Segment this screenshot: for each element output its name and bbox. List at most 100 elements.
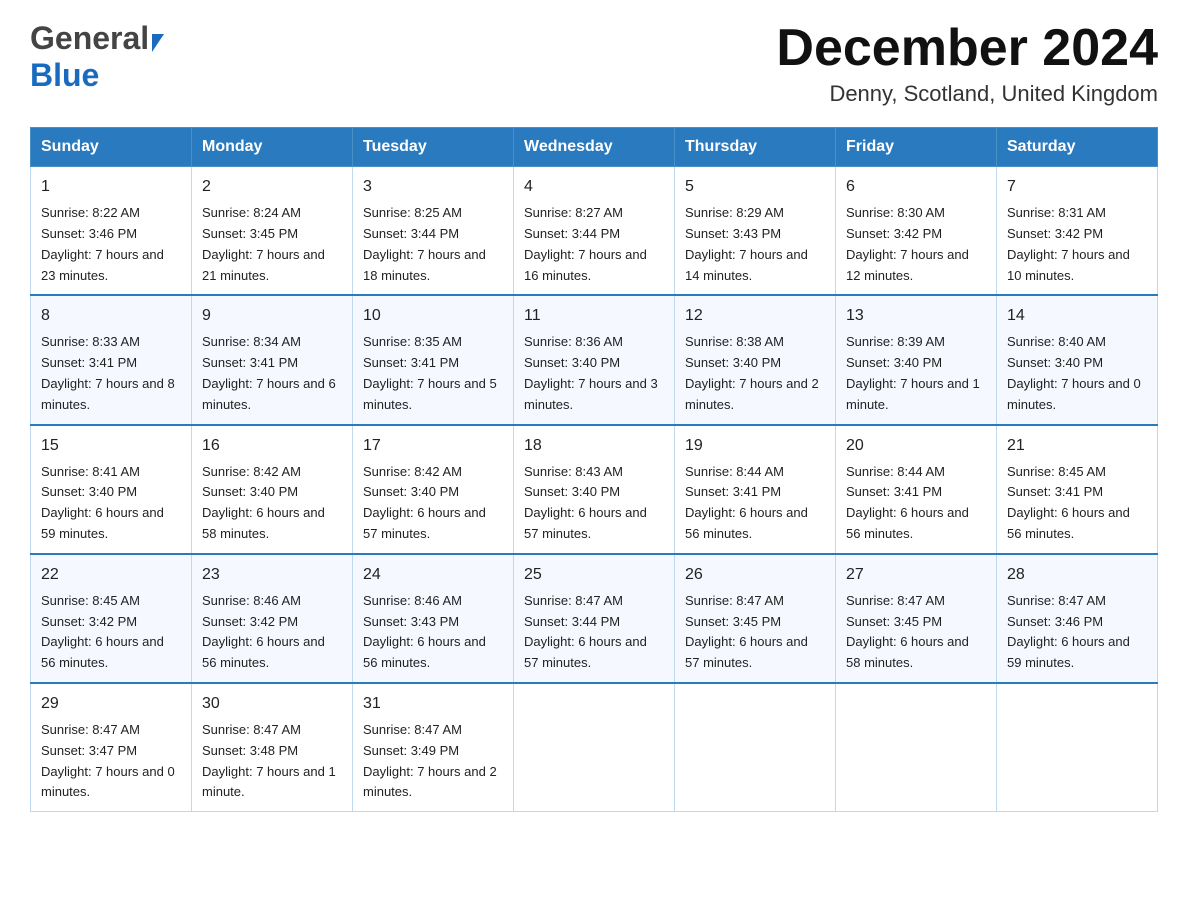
day-number: 28 — [1007, 563, 1147, 587]
day-cell: 18 Sunrise: 8:43 AMSunset: 3:40 PMDaylig… — [514, 425, 675, 554]
day-info: Sunrise: 8:42 AMSunset: 3:40 PMDaylight:… — [363, 464, 486, 541]
col-header-tuesday: Tuesday — [353, 128, 514, 167]
day-cell: 1 Sunrise: 8:22 AMSunset: 3:46 PMDayligh… — [31, 167, 192, 296]
day-info: Sunrise: 8:46 AMSunset: 3:42 PMDaylight:… — [202, 593, 325, 670]
day-cell: 4 Sunrise: 8:27 AMSunset: 3:44 PMDayligh… — [514, 167, 675, 296]
day-info: Sunrise: 8:27 AMSunset: 3:44 PMDaylight:… — [524, 205, 647, 282]
day-cell — [997, 683, 1158, 812]
day-number: 16 — [202, 434, 342, 458]
day-info: Sunrise: 8:44 AMSunset: 3:41 PMDaylight:… — [685, 464, 808, 541]
day-cell: 22 Sunrise: 8:45 AMSunset: 3:42 PMDaylig… — [31, 554, 192, 683]
day-info: Sunrise: 8:47 AMSunset: 3:49 PMDaylight:… — [363, 722, 497, 799]
day-number: 21 — [1007, 434, 1147, 458]
day-cell: 13 Sunrise: 8:39 AMSunset: 3:40 PMDaylig… — [836, 295, 997, 424]
logo-blue-text: Blue — [30, 57, 99, 93]
day-info: Sunrise: 8:25 AMSunset: 3:44 PMDaylight:… — [363, 205, 486, 282]
week-row-3: 15 Sunrise: 8:41 AMSunset: 3:40 PMDaylig… — [31, 425, 1158, 554]
day-info: Sunrise: 8:41 AMSunset: 3:40 PMDaylight:… — [41, 464, 164, 541]
day-number: 12 — [685, 304, 825, 328]
day-number: 30 — [202, 692, 342, 716]
day-info: Sunrise: 8:47 AMSunset: 3:45 PMDaylight:… — [685, 593, 808, 670]
day-info: Sunrise: 8:46 AMSunset: 3:43 PMDaylight:… — [363, 593, 486, 670]
day-number: 8 — [41, 304, 181, 328]
day-info: Sunrise: 8:45 AMSunset: 3:42 PMDaylight:… — [41, 593, 164, 670]
day-cell: 12 Sunrise: 8:38 AMSunset: 3:40 PMDaylig… — [675, 295, 836, 424]
day-cell: 17 Sunrise: 8:42 AMSunset: 3:40 PMDaylig… — [353, 425, 514, 554]
day-number: 18 — [524, 434, 664, 458]
day-info: Sunrise: 8:43 AMSunset: 3:40 PMDaylight:… — [524, 464, 647, 541]
day-number: 29 — [41, 692, 181, 716]
title-block: December 2024 Denny, Scotland, United Ki… — [776, 20, 1158, 107]
day-cell: 10 Sunrise: 8:35 AMSunset: 3:41 PMDaylig… — [353, 295, 514, 424]
day-cell: 20 Sunrise: 8:44 AMSunset: 3:41 PMDaylig… — [836, 425, 997, 554]
day-number: 23 — [202, 563, 342, 587]
day-info: Sunrise: 8:31 AMSunset: 3:42 PMDaylight:… — [1007, 205, 1130, 282]
day-number: 10 — [363, 304, 503, 328]
col-header-friday: Friday — [836, 128, 997, 167]
day-cell: 16 Sunrise: 8:42 AMSunset: 3:40 PMDaylig… — [192, 425, 353, 554]
day-number: 14 — [1007, 304, 1147, 328]
col-header-thursday: Thursday — [675, 128, 836, 167]
day-number: 9 — [202, 304, 342, 328]
day-info: Sunrise: 8:47 AMSunset: 3:45 PMDaylight:… — [846, 593, 969, 670]
day-number: 22 — [41, 563, 181, 587]
week-row-5: 29 Sunrise: 8:47 AMSunset: 3:47 PMDaylig… — [31, 683, 1158, 812]
calendar-subtitle: Denny, Scotland, United Kingdom — [776, 81, 1158, 107]
day-number: 31 — [363, 692, 503, 716]
day-cell: 7 Sunrise: 8:31 AMSunset: 3:42 PMDayligh… — [997, 167, 1158, 296]
day-cell: 31 Sunrise: 8:47 AMSunset: 3:49 PMDaylig… — [353, 683, 514, 812]
col-header-wednesday: Wednesday — [514, 128, 675, 167]
day-cell: 30 Sunrise: 8:47 AMSunset: 3:48 PMDaylig… — [192, 683, 353, 812]
header-row: SundayMondayTuesdayWednesdayThursdayFrid… — [31, 128, 1158, 167]
day-info: Sunrise: 8:34 AMSunset: 3:41 PMDaylight:… — [202, 334, 336, 411]
day-number: 2 — [202, 175, 342, 199]
calendar-title: December 2024 — [776, 20, 1158, 77]
day-info: Sunrise: 8:40 AMSunset: 3:40 PMDaylight:… — [1007, 334, 1141, 411]
day-info: Sunrise: 8:36 AMSunset: 3:40 PMDaylight:… — [524, 334, 658, 411]
day-number: 20 — [846, 434, 986, 458]
day-info: Sunrise: 8:47 AMSunset: 3:46 PMDaylight:… — [1007, 593, 1130, 670]
day-cell: 3 Sunrise: 8:25 AMSunset: 3:44 PMDayligh… — [353, 167, 514, 296]
day-cell: 19 Sunrise: 8:44 AMSunset: 3:41 PMDaylig… — [675, 425, 836, 554]
day-number: 3 — [363, 175, 503, 199]
day-cell: 6 Sunrise: 8:30 AMSunset: 3:42 PMDayligh… — [836, 167, 997, 296]
day-number: 1 — [41, 175, 181, 199]
day-info: Sunrise: 8:44 AMSunset: 3:41 PMDaylight:… — [846, 464, 969, 541]
day-cell: 21 Sunrise: 8:45 AMSunset: 3:41 PMDaylig… — [997, 425, 1158, 554]
day-number: 26 — [685, 563, 825, 587]
day-cell — [836, 683, 997, 812]
day-cell: 9 Sunrise: 8:34 AMSunset: 3:41 PMDayligh… — [192, 295, 353, 424]
day-info: Sunrise: 8:30 AMSunset: 3:42 PMDaylight:… — [846, 205, 969, 282]
day-cell: 11 Sunrise: 8:36 AMSunset: 3:40 PMDaylig… — [514, 295, 675, 424]
day-number: 4 — [524, 175, 664, 199]
col-header-monday: Monday — [192, 128, 353, 167]
day-number: 17 — [363, 434, 503, 458]
day-number: 7 — [1007, 175, 1147, 199]
day-cell: 26 Sunrise: 8:47 AMSunset: 3:45 PMDaylig… — [675, 554, 836, 683]
week-row-2: 8 Sunrise: 8:33 AMSunset: 3:41 PMDayligh… — [31, 295, 1158, 424]
week-row-1: 1 Sunrise: 8:22 AMSunset: 3:46 PMDayligh… — [31, 167, 1158, 296]
day-info: Sunrise: 8:45 AMSunset: 3:41 PMDaylight:… — [1007, 464, 1130, 541]
day-cell: 23 Sunrise: 8:46 AMSunset: 3:42 PMDaylig… — [192, 554, 353, 683]
day-info: Sunrise: 8:47 AMSunset: 3:47 PMDaylight:… — [41, 722, 175, 799]
week-row-4: 22 Sunrise: 8:45 AMSunset: 3:42 PMDaylig… — [31, 554, 1158, 683]
day-number: 15 — [41, 434, 181, 458]
day-number: 27 — [846, 563, 986, 587]
day-info: Sunrise: 8:35 AMSunset: 3:41 PMDaylight:… — [363, 334, 497, 411]
logo-general-text: General — [30, 20, 149, 57]
day-number: 11 — [524, 304, 664, 328]
day-cell: 24 Sunrise: 8:46 AMSunset: 3:43 PMDaylig… — [353, 554, 514, 683]
day-info: Sunrise: 8:29 AMSunset: 3:43 PMDaylight:… — [685, 205, 808, 282]
day-cell: 14 Sunrise: 8:40 AMSunset: 3:40 PMDaylig… — [997, 295, 1158, 424]
day-info: Sunrise: 8:39 AMSunset: 3:40 PMDaylight:… — [846, 334, 980, 411]
day-cell: 5 Sunrise: 8:29 AMSunset: 3:43 PMDayligh… — [675, 167, 836, 296]
day-number: 5 — [685, 175, 825, 199]
day-info: Sunrise: 8:42 AMSunset: 3:40 PMDaylight:… — [202, 464, 325, 541]
day-cell — [514, 683, 675, 812]
day-info: Sunrise: 8:38 AMSunset: 3:40 PMDaylight:… — [685, 334, 819, 411]
day-number: 24 — [363, 563, 503, 587]
day-cell: 29 Sunrise: 8:47 AMSunset: 3:47 PMDaylig… — [31, 683, 192, 812]
day-cell: 25 Sunrise: 8:47 AMSunset: 3:44 PMDaylig… — [514, 554, 675, 683]
day-cell: 2 Sunrise: 8:24 AMSunset: 3:45 PMDayligh… — [192, 167, 353, 296]
day-number: 13 — [846, 304, 986, 328]
